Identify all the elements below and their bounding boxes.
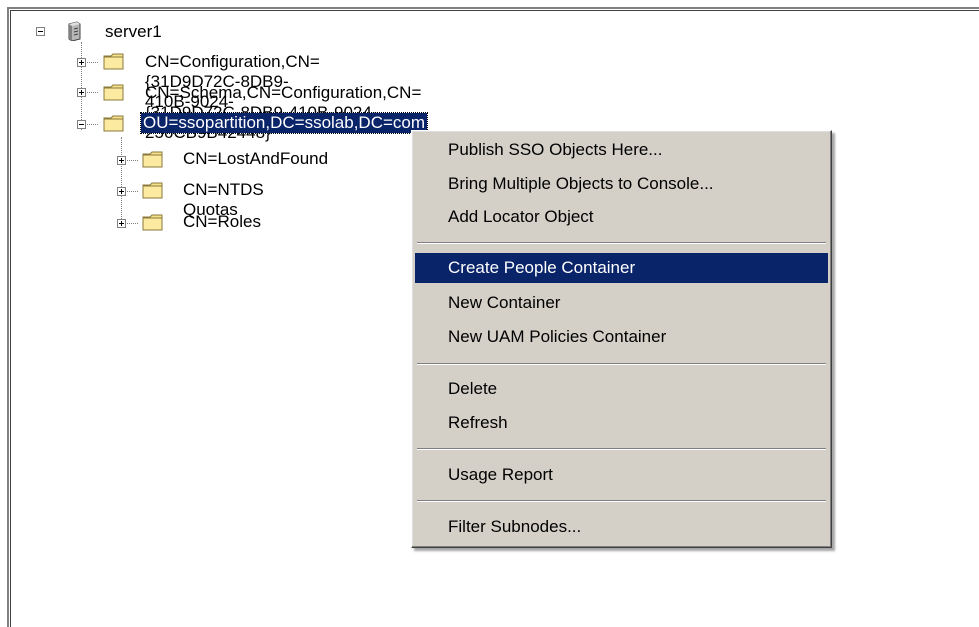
tree-node-roles[interactable]: CN=Roles (181, 212, 263, 232)
context-menu: Publish SSO Objects Here... Bring Multip… (411, 130, 832, 548)
menu-item-new-uam-policies-container[interactable]: New UAM Policies Container (415, 322, 828, 352)
folder-icon (142, 214, 164, 231)
menu-item-bring-multiple-objects[interactable]: Bring Multiple Objects to Console... (415, 169, 828, 199)
menu-separator (417, 500, 826, 502)
folder-icon (142, 182, 164, 199)
tree-node-server1[interactable]: server1 (103, 22, 164, 42)
menu-separator (417, 242, 826, 244)
menu-item-create-people-container[interactable]: Create People Container (415, 253, 828, 283)
expand-toggle-roles[interactable] (117, 219, 126, 228)
menu-item-filter-subnodes[interactable]: Filter Subnodes... (415, 512, 828, 542)
menu-item-publish-sso-objects[interactable]: Publish SSO Objects Here... (415, 135, 828, 165)
menu-separator (417, 363, 826, 365)
expand-toggle-configuration[interactable] (77, 58, 86, 67)
folder-open-icon (103, 115, 125, 132)
tree-node-lostandfound[interactable]: CN=LostAndFound (181, 149, 330, 169)
folder-icon (103, 84, 125, 101)
tree-node-ssopartition[interactable]: OU=ssopartition,DC=ssolab,DC=com (139, 112, 429, 134)
expand-toggle-lostandfound[interactable] (117, 156, 126, 165)
expand-toggle-ntds-quotas[interactable] (117, 187, 126, 196)
tree-connector (81, 42, 83, 130)
expand-toggle-schema[interactable] (77, 88, 86, 97)
menu-item-refresh[interactable]: Refresh (415, 408, 828, 438)
folder-icon (103, 53, 125, 70)
folder-icon (142, 151, 164, 168)
server-icon (66, 21, 82, 42)
collapse-toggle-ssopartition[interactable] (77, 120, 86, 129)
menu-item-new-container[interactable]: New Container (415, 288, 828, 318)
menu-item-add-locator-object[interactable]: Add Locator Object (415, 202, 828, 232)
collapse-toggle-server1[interactable] (36, 27, 45, 36)
tree-connector (121, 137, 123, 225)
menu-item-delete[interactable]: Delete (415, 374, 828, 404)
menu-item-usage-report[interactable]: Usage Report (415, 460, 828, 490)
menu-separator (417, 448, 826, 450)
